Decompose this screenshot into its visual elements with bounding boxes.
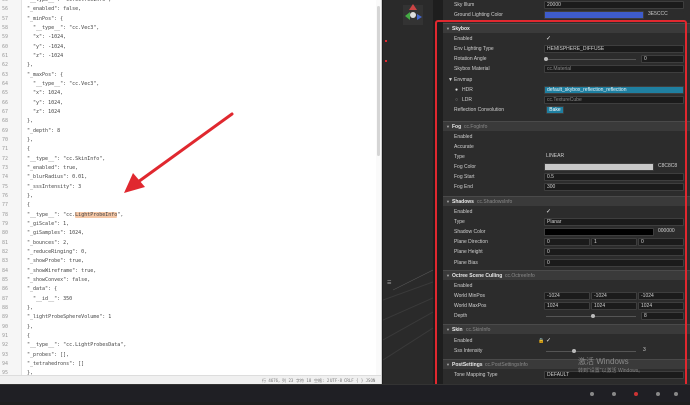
- scene-icon-glyph: ☰: [387, 280, 392, 286]
- ground-color-swatch[interactable]: [544, 11, 644, 19]
- annotation-arrow: [124, 112, 234, 193]
- tray-icons: [590, 392, 678, 396]
- taskbar: [0, 384, 690, 402]
- ground-color-hex[interactable]: 3E5CCC: [646, 11, 684, 19]
- scene-drawing: ☰: [383, 0, 433, 402]
- sky-illum-input[interactable]: 20000: [544, 1, 684, 9]
- sky-illum-label: Sky Illum: [454, 2, 475, 8]
- ground-color-label: Ground Lighting Color: [454, 12, 503, 18]
- annotation-outline: [435, 20, 687, 393]
- scene-viewport[interactable]: ☰: [383, 0, 433, 402]
